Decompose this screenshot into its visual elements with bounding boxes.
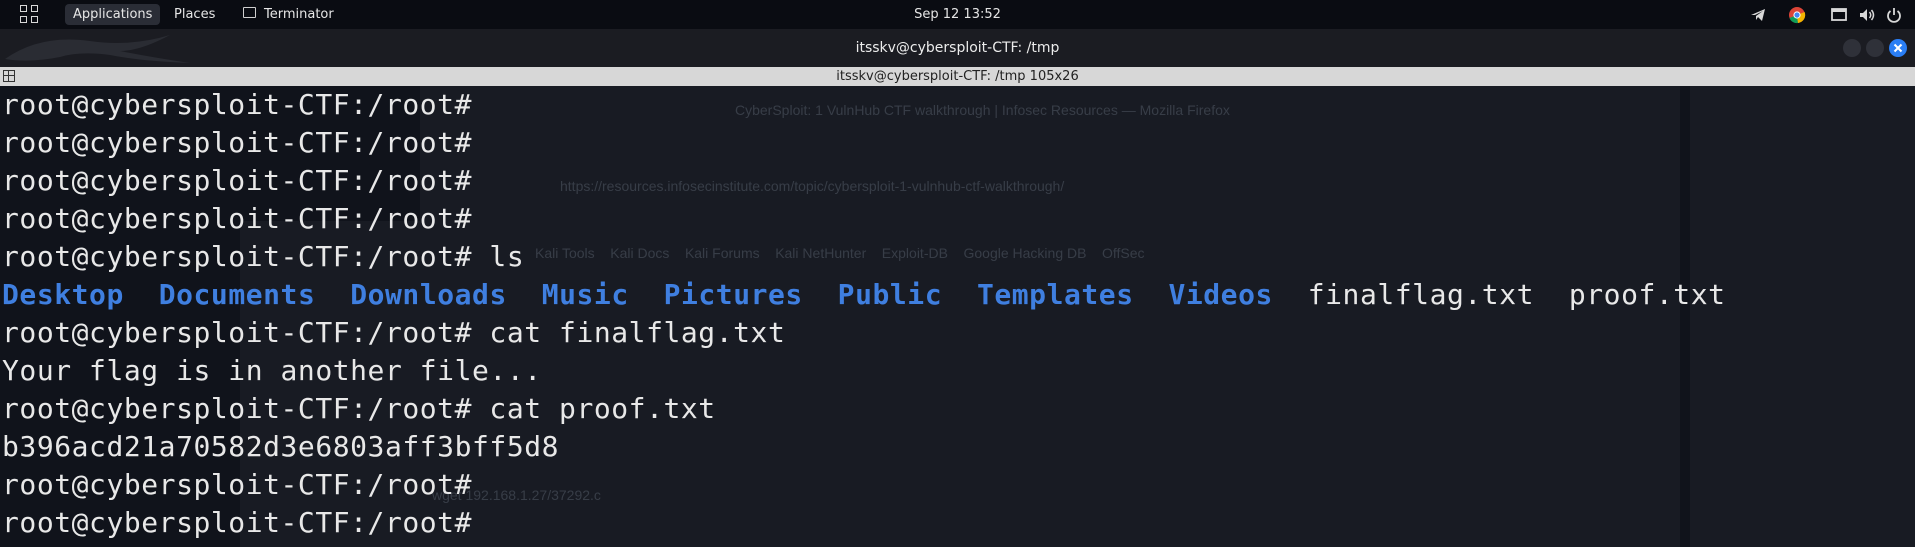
close-icon [1893, 43, 1903, 53]
shell-command: ls [472, 240, 525, 273]
shell-command: cat finalflag.txt [472, 316, 786, 349]
shell-prompt: root@cybersploit-CTF:/root# [2, 88, 473, 121]
shell-prompt: root@cybersploit-CTF:/root# [2, 126, 473, 159]
directory-entry: Templates [976, 278, 1134, 311]
directory-entry: Pictures [663, 278, 803, 311]
directory-entry: Downloads [350, 278, 507, 311]
terminal-tab-title: itsskv@cybersploit-CTF: /tmp 105x26 [836, 69, 1079, 84]
shell-prompt: root@cybersploit-CTF:/root# [2, 316, 473, 349]
directory-entry: Documents [158, 278, 316, 311]
terminal-line: root@cybersploit-CTF:/root# [2, 124, 1726, 162]
shell-prompt: root@cybersploit-CTF:/root# [2, 240, 473, 273]
command-output: Your flag is in another file... [2, 354, 542, 387]
window-titlebar[interactable]: itsskv@cybersploit-CTF: /tmp [0, 29, 1915, 67]
terminal-line: Your flag is in another file... [2, 352, 1726, 390]
terminal-line: root@cybersploit-CTF:/root# cat proof.tx… [2, 390, 1726, 428]
command-output: b396acd21a70582d3e6803aff3bff5d8 [2, 430, 560, 463]
terminal-pane[interactable]: CyberSploit: 1 VulnHub CTF walkthrough |… [0, 86, 1915, 547]
top-panel: Applications Places Terminator Sep 12 13… [0, 0, 1915, 29]
terminator-app-icon [243, 7, 256, 18]
terminal-line: b396acd21a70582d3e6803aff3bff5d8 [2, 428, 1726, 466]
window-title: itsskv@cybersploit-CTF: /tmp [855, 40, 1060, 56]
directory-entry: Videos [1168, 278, 1273, 311]
screen-icon[interactable] [1829, 5, 1849, 25]
terminal-line: root@cybersploit-CTF:/root# cat finalfla… [2, 314, 1726, 352]
file-entry: finalflag.txt [1307, 278, 1535, 311]
terminal-line: root@cybersploit-CTF:/root# [2, 504, 1726, 542]
activities-grid-icon[interactable] [20, 5, 40, 25]
terminal-line: root@cybersploit-CTF:/root# ls [2, 238, 1726, 276]
close-button[interactable] [1889, 39, 1907, 57]
chrome-icon[interactable] [1787, 5, 1807, 25]
applications-menu[interactable]: Applications [65, 4, 161, 25]
minimize-button[interactable] [1843, 39, 1861, 57]
terminal-line: root@cybersploit-CTF:/root# [2, 200, 1726, 238]
terminal-output: root@cybersploit-CTF:/root# root@cyberspl… [2, 86, 1726, 542]
terminal-tab-bar[interactable]: itsskv@cybersploit-CTF: /tmp 105x26 [0, 67, 1915, 86]
directory-entry: Public [837, 278, 943, 311]
shell-prompt: root@cybersploit-CTF:/root# [2, 468, 473, 501]
maximize-button[interactable] [1866, 39, 1884, 57]
terminator-menu[interactable]: Terminator [256, 4, 342, 25]
volume-icon[interactable] [1857, 5, 1877, 25]
telegram-icon[interactable] [1748, 5, 1768, 25]
terminal-line: root@cybersploit-CTF:/root# [2, 466, 1726, 504]
shell-prompt: root@cybersploit-CTF:/root# [2, 164, 473, 197]
places-menu[interactable]: Places [166, 4, 223, 25]
shell-prompt: root@cybersploit-CTF:/root# [2, 392, 473, 425]
file-entry: proof.txt [1568, 278, 1726, 311]
shell-prompt: root@cybersploit-CTF:/root# [2, 202, 473, 235]
terminal-line: root@cybersploit-CTF:/root# [2, 86, 1726, 124]
shell-prompt: root@cybersploit-CTF:/root# [2, 506, 473, 539]
directory-entry: Music [541, 278, 629, 311]
terminal-line: root@cybersploit-CTF:/root# [2, 162, 1726, 200]
terminal-line: Desktop Documents Downloads Music Pictur… [2, 276, 1726, 314]
power-icon[interactable] [1884, 5, 1904, 25]
shell-command: cat proof.txt [472, 392, 716, 425]
directory-entry: Desktop [2, 278, 124, 311]
